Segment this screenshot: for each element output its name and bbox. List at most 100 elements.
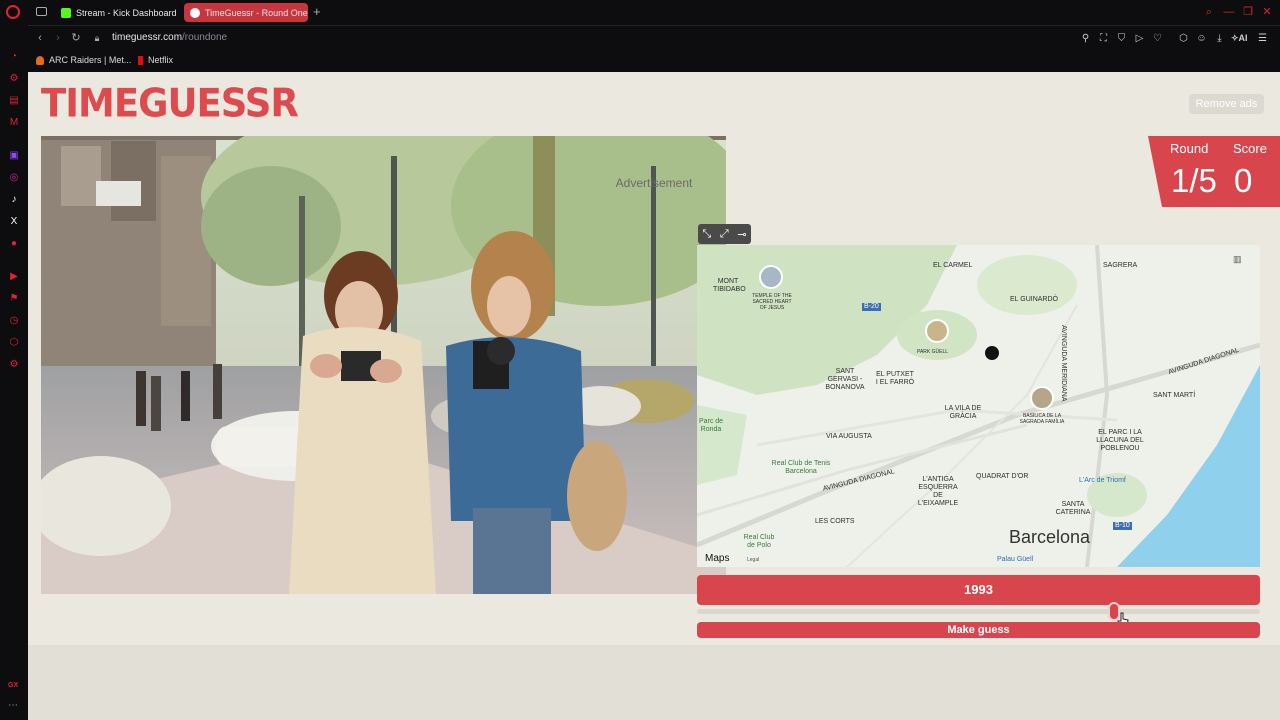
snapshot-icon[interactable]: ⛶ [1098, 33, 1109, 44]
aria-ai-button[interactable]: ✧AI [1231, 33, 1248, 44]
timeguessr-page: TIMEGUESSR Remove ads Round Score 1/5 0 … [28, 72, 1280, 720]
music-player-icon[interactable]: ● [8, 238, 20, 250]
tab-timeguessr[interactable]: TimeGuessr - Round One [184, 3, 308, 22]
tiktok-icon[interactable]: ♪ [8, 194, 20, 206]
reload-icon[interactable]: ↻ [70, 32, 82, 44]
map-size-controls: ⤡ ⤢ ⊸ [698, 224, 751, 244]
download-icon[interactable]: ⤓ [1214, 33, 1225, 44]
map-label: PARK GÜELL [917, 349, 949, 355]
map-label: Barcelona [1009, 527, 1091, 547]
settings-icon[interactable]: ⚙ [8, 359, 20, 371]
netflix-icon [138, 55, 143, 65]
map-label: Parc de Ronda [698, 418, 724, 433]
kick-favicon-icon [61, 7, 71, 18]
map-guess-marker-icon[interactable] [985, 346, 999, 360]
tab-label: Stream - Kick Dashboard [76, 7, 177, 18]
pin-icon[interactable]: ⚲ [1080, 33, 1091, 44]
map-label: MONT TIBIDABO [713, 278, 746, 293]
new-tab-button[interactable]: + [313, 5, 321, 19]
tab-label: TimeGuessr - Round One [205, 7, 308, 18]
timeguessr-logo[interactable]: TIMEGUESSR [41, 82, 299, 125]
bookmark-arc-raiders[interactable]: ARC Raiders | Met... [36, 55, 131, 65]
temple-sacred-heart-pin-icon[interactable] [759, 265, 783, 289]
bookmark-netflix[interactable]: Netflix [138, 55, 173, 65]
gx-control-icon[interactable]: ⚙ [8, 73, 20, 85]
bookmarks-bar: ARC Raiders | Met... Netflix [28, 50, 1280, 72]
map-label: SAGRERA [1103, 262, 1138, 269]
heart-icon[interactable]: ♡ [1152, 33, 1163, 44]
arc-raiders-icon [36, 55, 44, 65]
round-score-panel: Round Score 1/5 0 [1148, 136, 1280, 207]
speed-dial-icon[interactable]: ◔ [8, 51, 20, 63]
address-bar: ‹ › ↻ 🔒︎ timeguessr.com/roundone ⚲ ⛶ ⛉ ▷… [28, 25, 1280, 51]
map-type-icon[interactable]: ▥ [1233, 254, 1242, 265]
play-icon[interactable]: ▷ [1134, 33, 1145, 44]
map-label: EL GUINARDÓ [1010, 296, 1058, 303]
gx-footer-label: GX [8, 682, 19, 689]
forward-icon[interactable]: › [52, 32, 64, 44]
map-label: SANT GERVASI - BONANOVA [825, 368, 865, 391]
gx-mods-icon[interactable]: M [8, 117, 20, 129]
menu-icon[interactable]: ☰ [1257, 33, 1268, 44]
guess-map[interactable]: ▥ EL CARMEL SAGRERA EL GUINARDÓ MONT TIB… [697, 245, 1260, 567]
map-label: Palau Güell [997, 556, 1034, 563]
score-label: Score [1233, 141, 1267, 156]
map-label: BASILICA DE LA SAGRADA FAMÍLIA [1019, 413, 1065, 425]
back-icon[interactable]: ‹ [34, 32, 46, 44]
lock-icon: 🔒︎ [94, 33, 100, 43]
history-icon[interactable]: ◷ [8, 315, 20, 327]
restore-icon[interactable]: ❐ [1242, 6, 1254, 18]
map-label: EL CARMEL [933, 262, 973, 269]
profile-icon[interactable]: ☺ [1196, 33, 1207, 44]
shield-icon[interactable]: ⛉ [1116, 33, 1127, 44]
sidebar-more-icon[interactable]: ⋯ [8, 700, 18, 711]
extensions-sidebar-icon[interactable]: ⬡ [8, 337, 20, 349]
shrink-map-icon[interactable]: ⤢ [720, 228, 729, 241]
map-label: QUADRAT D'OR [976, 473, 1029, 480]
url-host: timeguessr.com [112, 32, 183, 43]
apple-maps-credit: Maps [705, 553, 730, 564]
opera-gx-logo-icon[interactable] [6, 5, 20, 19]
map-label: SANT MARTÍ [1153, 392, 1196, 399]
pin-map-icon[interactable]: ⊸ [737, 228, 746, 241]
map-label: EL PUTXET I EL FARRÓ [875, 371, 915, 386]
minimize-icon[interactable]: — [1223, 6, 1235, 18]
map-label: EL PARC I LA LLACUNA DEL POBLENOU [1096, 429, 1144, 452]
map-label: LES CORTS [815, 518, 855, 525]
expand-map-icon[interactable]: ⤡ [702, 228, 711, 241]
remove-ads-button[interactable]: Remove ads [1189, 94, 1264, 114]
browser-tab-bar: Stream - Kick Dashboard TimeGuessr - Rou… [0, 0, 1280, 25]
map-label: Real Club de Tenis Barcelona [771, 460, 831, 475]
map-label: LA VILA DE GRÀCIA [944, 405, 982, 420]
pinboard-icon[interactable]: ⚑ [8, 293, 20, 305]
bookmark-label: ARC Raiders | Met... [49, 55, 132, 65]
browser-sidebar: ◔ ⚙ ▤ M ▣ ◎ ♪ X ● ▶ ⚑ ◷ ⬡ ⚙ GX ⋯ [0, 25, 28, 720]
timeguessr-favicon-icon [190, 7, 200, 18]
tab-kick-dashboard[interactable]: Stream - Kick Dashboard [55, 3, 177, 22]
map-legal-link[interactable]: Legal [747, 556, 759, 564]
player-icon[interactable]: ▶ [8, 271, 20, 283]
sagrada-familia-pin-icon[interactable] [1030, 386, 1054, 410]
bookmark-label: Netflix [148, 55, 174, 65]
gx-corner-icon[interactable]: ▤ [8, 95, 20, 107]
round-photo [41, 136, 726, 594]
close-icon[interactable]: ✕ [1261, 6, 1273, 18]
url-path: /roundone [182, 32, 228, 43]
search-tabs-icon[interactable]: ⌕ [1203, 6, 1215, 18]
url-field[interactable]: timeguessr.com/roundone [112, 32, 227, 43]
make-guess-button[interactable]: Make guess [697, 622, 1260, 638]
x-twitter-icon[interactable]: X [8, 216, 20, 228]
street-photo-illustration [41, 136, 726, 594]
advertisement-label: Advertisement [615, 176, 693, 190]
year-slider-track[interactable] [697, 609, 1260, 614]
twitch-icon[interactable]: ▣ [8, 150, 20, 162]
map-label: TEMPLE OF THE SACRED HEART OF JESUS [752, 293, 792, 311]
ai-label: AI [1238, 33, 1248, 43]
extensions-icon[interactable]: ⬡ [1178, 33, 1189, 44]
instagram-icon[interactable]: ◎ [8, 172, 20, 184]
map-label: B-10 [1113, 522, 1132, 530]
park-guell-pin-icon[interactable] [925, 319, 949, 343]
year-display: 1993 [697, 575, 1260, 605]
tab-workspaces-icon[interactable] [36, 7, 47, 16]
ai-sparkle-icon: ✧ [1231, 33, 1239, 43]
